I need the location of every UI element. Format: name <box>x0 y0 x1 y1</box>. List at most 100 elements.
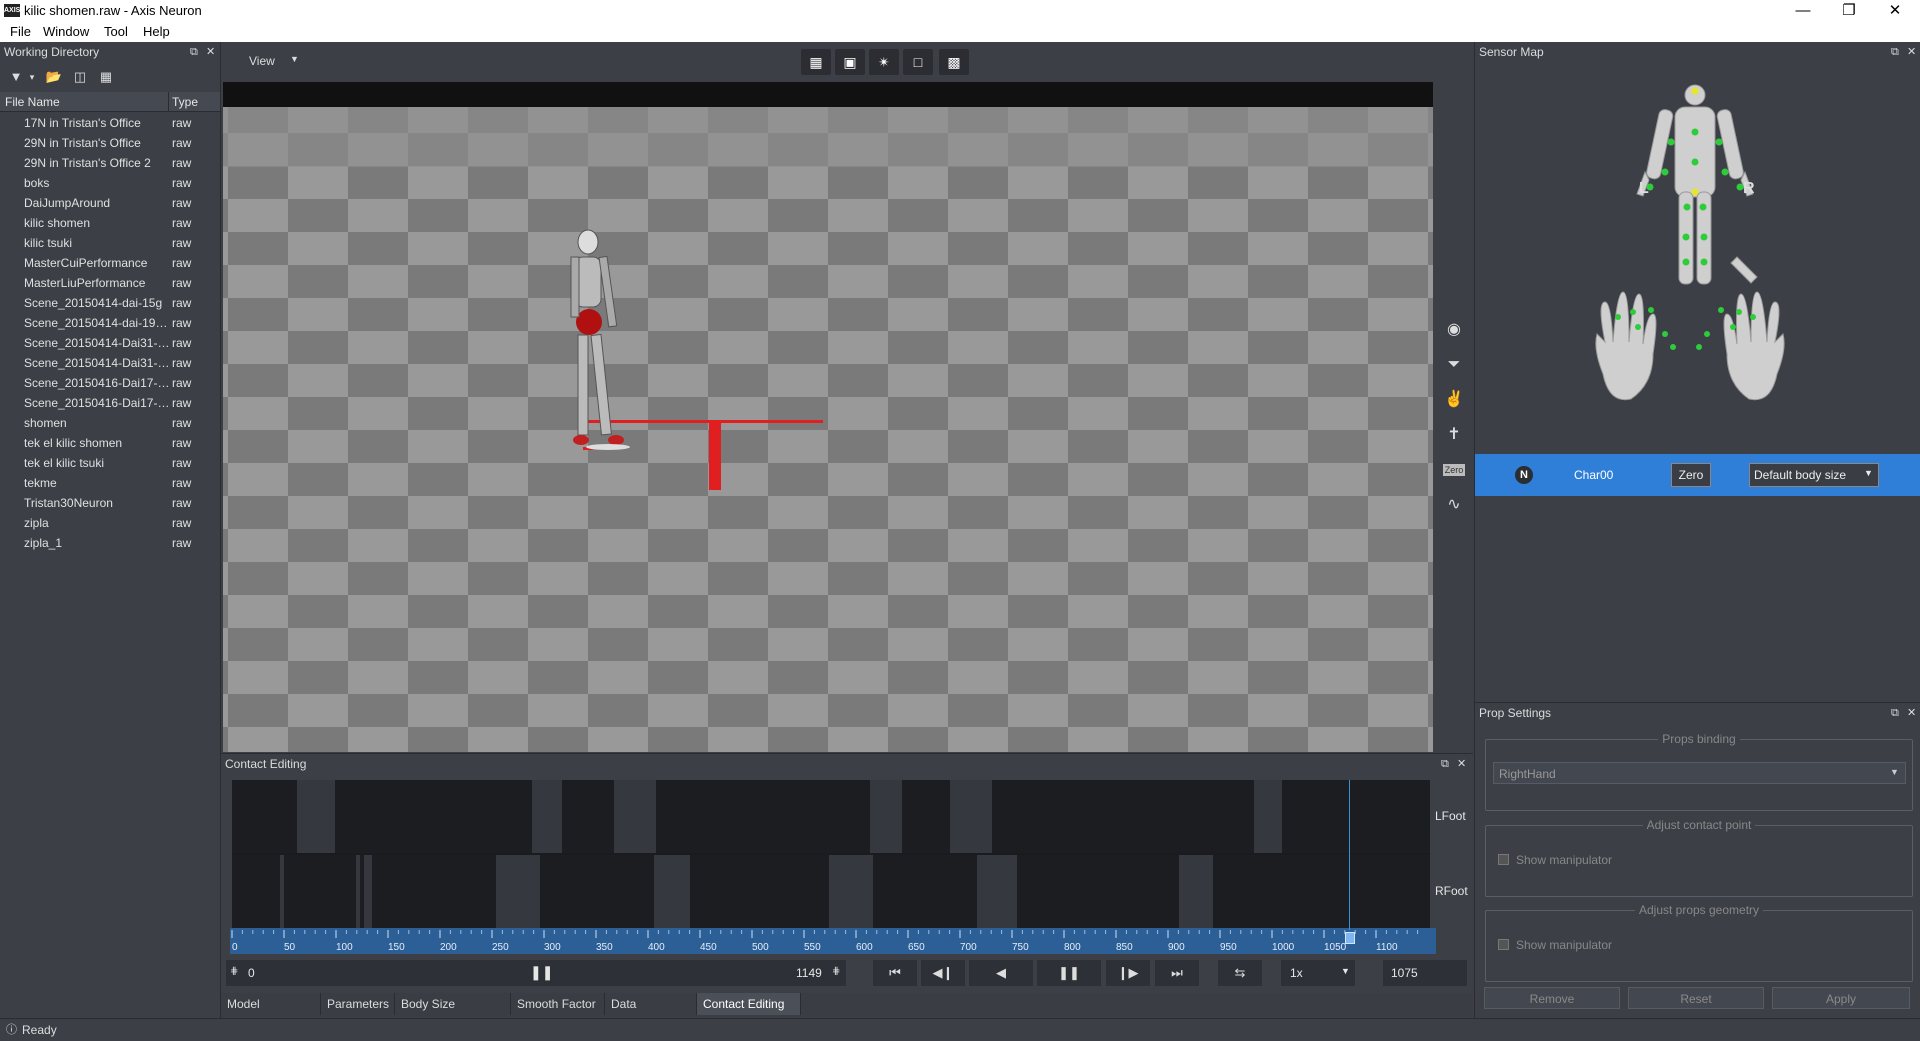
close-panel-icon[interactable]: ✕ <box>1907 703 1916 723</box>
show-manipulator-checkbox[interactable] <box>1498 854 1509 865</box>
close-icon[interactable]: ✕ <box>1872 0 1918 22</box>
file-row[interactable]: shomen raw <box>0 413 220 433</box>
float-icon[interactable]: ⧉ <box>190 42 198 62</box>
loop-icon[interactable]: ⇆ <box>1218 960 1262 986</box>
chevron-down-icon[interactable]: ▾ <box>22 67 42 87</box>
view-menu[interactable]: View <box>249 54 275 68</box>
file-row[interactable]: Scene_20150416-Dai17-1... raw <box>0 373 220 393</box>
file-row[interactable]: Scene_20150414-dai-15g raw <box>0 293 220 313</box>
range-start[interactable]: 0 <box>248 966 255 980</box>
file-row[interactable]: Scene_20150416-Dai17-1... raw <box>0 393 220 413</box>
skeleton-icon[interactable]: ✴ <box>869 49 899 75</box>
file-row[interactable]: kilic shomen raw <box>0 213 220 233</box>
grid-icon[interactable]: ▩ <box>939 49 969 75</box>
file-search-icon[interactable]: ▦ <box>96 67 116 87</box>
hand-icon[interactable]: ✌ <box>1440 386 1468 414</box>
range-start-icon[interactable]: ⋕ <box>230 966 238 977</box>
file-row[interactable]: Tristan30Neuron raw <box>0 493 220 513</box>
close-panel-icon[interactable]: ✕ <box>1907 42 1916 62</box>
menu-window[interactable]: Window <box>43 24 89 39</box>
close-panel-icon[interactable]: ✕ <box>1457 754 1466 774</box>
frame-icon[interactable]: □ <box>903 49 933 75</box>
tab-smooth-factor[interactable]: Smooth Factor <box>511 993 605 1015</box>
range-handle-icon[interactable]: ❚❚ <box>530 964 553 981</box>
file-row[interactable]: Scene_20150414-dai-19-f... raw <box>0 313 220 333</box>
file-row[interactable]: Scene_20150414-Dai31-02g raw <box>0 353 220 373</box>
tab-parameters[interactable]: Parameters <box>321 993 395 1015</box>
file-row[interactable]: 17N in Tristan's Office raw <box>0 113 220 133</box>
file-row[interactable]: 29N in Tristan's Office raw <box>0 133 220 153</box>
file-row[interactable]: Scene_20150414-Dai31-01g raw <box>0 333 220 353</box>
range-end[interactable]: 1149 <box>796 966 822 980</box>
file-row[interactable]: tek el kilic tsuki raw <box>0 453 220 473</box>
float-icon[interactable]: ⧉ <box>1441 754 1449 774</box>
show-manipulator-checkbox[interactable] <box>1498 939 1509 950</box>
lfoot-gap[interactable] <box>950 780 992 853</box>
contact-timeline[interactable] <box>232 780 1430 928</box>
close-panel-icon[interactable]: ✕ <box>206 42 215 62</box>
rfoot-gap[interactable] <box>496 855 540 928</box>
lfoot-gap[interactable] <box>870 780 902 853</box>
record-icon[interactable]: ◉ <box>1440 316 1468 344</box>
menu-help[interactable]: Help <box>143 24 170 39</box>
step-back-icon[interactable]: ◀❙ <box>921 960 965 986</box>
menu-file[interactable]: File <box>10 24 31 39</box>
play-reverse-icon[interactable]: ◀ <box>969 960 1033 986</box>
rfoot-gap[interactable] <box>654 855 690 928</box>
file-row[interactable]: zipla raw <box>0 513 220 533</box>
file-row[interactable]: boks raw <box>0 173 220 193</box>
rfoot-gap[interactable] <box>356 855 360 928</box>
playhead[interactable] <box>1349 780 1350 930</box>
zero-icon[interactable]: Zero <box>1440 456 1468 484</box>
zero-button[interactable]: Zero <box>1671 463 1711 487</box>
step-forward-icon[interactable]: ❙▶ <box>1106 960 1150 986</box>
tab-contact-editing[interactable]: Contact Editing <box>697 993 801 1015</box>
frame-field[interactable]: 1075 <box>1383 960 1467 986</box>
smooth-icon[interactable]: ∿ <box>1440 491 1468 519</box>
pause-icon[interactable]: ❚❚ <box>1037 960 1101 986</box>
restore-icon[interactable]: ❐ <box>1826 0 1872 22</box>
refresh-folder-icon[interactable]: ◫ <box>70 67 90 87</box>
float-icon[interactable]: ⧉ <box>1891 703 1899 723</box>
range-end-icon[interactable]: ⋕ <box>832 966 840 977</box>
file-row[interactable]: MasterCuiPerformance raw <box>0 253 220 273</box>
float-icon[interactable]: ⧉ <box>1891 42 1899 62</box>
tab-data-visualizer[interactable]: Data Visualizer <box>605 993 697 1033</box>
open-folder-icon[interactable]: 📂 <box>44 67 64 87</box>
remove-button[interactable]: Remove <box>1484 987 1620 1009</box>
minimize-icon[interactable]: — <box>1780 0 1826 22</box>
menu-tool[interactable]: Tool <box>104 24 128 39</box>
lfoot-gap[interactable] <box>532 780 562 853</box>
file-row[interactable]: DaiJumpAround raw <box>0 193 220 213</box>
file-row[interactable]: kilic tsuki raw <box>0 233 220 253</box>
skip-to-start-icon[interactable]: ⏮ <box>873 960 917 986</box>
rfoot-gap[interactable] <box>977 855 1017 928</box>
column-type[interactable]: Type <box>172 95 198 109</box>
reset-button[interactable]: Reset <box>1628 987 1764 1009</box>
3d-viewport[interactable] <box>223 82 1433 752</box>
tab-body-size-manager[interactable]: Body Size Manager <box>395 993 511 1033</box>
file-row[interactable]: zipla_1 raw <box>0 533 220 553</box>
speed-select[interactable]: 1x ▼ <box>1281 960 1355 986</box>
camera-icon[interactable]: ▣ <box>835 49 865 75</box>
ground-icon[interactable]: ⏷ <box>1440 351 1468 379</box>
file-row[interactable]: tek el kilic shomen raw <box>0 433 220 453</box>
file-row[interactable]: tekme raw <box>0 473 220 493</box>
apply-button[interactable]: Apply <box>1772 987 1910 1009</box>
lfoot-gap[interactable] <box>297 780 335 853</box>
timeline-ruler[interactable]: 0 50 100 150 200 250 300 350 400 450 500 550 600 650 7… <box>230 928 1436 954</box>
tab-model-alignment[interactable]: Model Alignment <box>221 993 321 1033</box>
body-size-select[interactable]: Default body size ▼ <box>1749 463 1879 487</box>
rfoot-gap[interactable] <box>280 855 284 928</box>
rfoot-gap[interactable] <box>1179 855 1213 928</box>
lfoot-gap[interactable] <box>1254 780 1282 853</box>
view-dropdown-icon[interactable]: ▼ <box>290 54 299 64</box>
file-row[interactable]: 29N in Tristan's Office 2 raw <box>0 153 220 173</box>
file-row[interactable]: MasterLiuPerformance raw <box>0 273 220 293</box>
lfoot-gap[interactable] <box>614 780 656 853</box>
lfoot-track[interactable] <box>232 780 1430 853</box>
checker-floor-icon[interactable]: ▦ <box>801 49 831 75</box>
props-binding-select[interactable]: RightHand ▼ <box>1493 762 1906 784</box>
playhead-handle[interactable] <box>1345 932 1355 944</box>
character-row[interactable]: N Char00 Zero Default body size ▼ <box>1475 454 1920 496</box>
